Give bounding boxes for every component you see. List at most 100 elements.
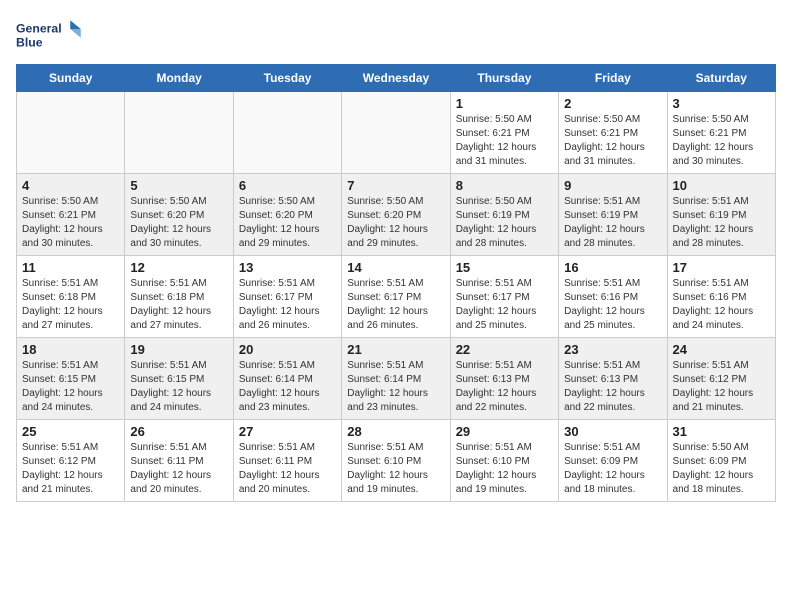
day-info: Sunrise: 5:50 AM Sunset: 6:20 PM Dayligh… — [130, 195, 227, 251]
calendar-cell: 31 Sunrise: 5:50 AM Sunset: 6:09 PM Dayli… — [667, 420, 775, 502]
day-info: Sunrise: 5:50 AM Sunset: 6:19 PM Dayligh… — [456, 195, 553, 251]
day-info: Sunrise: 5:51 AM Sunset: 6:12 PM Dayligh… — [673, 359, 770, 415]
calendar-cell — [125, 92, 233, 174]
calendar-cell: 26 Sunrise: 5:51 AM Sunset: 6:11 PM Dayli… — [125, 420, 233, 502]
day-number: 18 — [22, 342, 119, 357]
day-number: 25 — [22, 424, 119, 439]
day-header-friday: Friday — [559, 65, 667, 92]
day-number: 15 — [456, 260, 553, 275]
calendar-cell: 5 Sunrise: 5:50 AM Sunset: 6:20 PM Daylig… — [125, 174, 233, 256]
calendar-cell: 6Sunrise: 5:50 AM Sunset: 6:20 PM Daylig… — [233, 174, 341, 256]
day-info: Sunrise: 5:51 AM Sunset: 6:11 PM Dayligh… — [239, 441, 336, 497]
day-number: 21 — [347, 342, 444, 357]
calendar-cell — [342, 92, 450, 174]
day-header-tuesday: Tuesday — [233, 65, 341, 92]
day-info: Sunrise: 5:51 AM Sunset: 6:17 PM Dayligh… — [456, 277, 553, 333]
day-info: Sunrise: 5:51 AM Sunset: 6:09 PM Dayligh… — [564, 441, 661, 497]
day-number: 26 — [130, 424, 227, 439]
day-number: 20 — [239, 342, 336, 357]
calendar-cell: 17 Sunrise: 5:51 AM Sunset: 6:16 PM Dayli… — [667, 256, 775, 338]
day-info: Sunrise: 5:51 AM Sunset: 6:19 PM Dayligh… — [564, 195, 661, 251]
day-info: Sunrise: 5:51 AM Sunset: 6:17 PM Dayligh… — [347, 277, 444, 333]
calendar-cell: 23 Sunrise: 5:51 AM Sunset: 6:13 PM Dayli… — [559, 338, 667, 420]
day-number: 9 — [564, 178, 661, 193]
day-number: 1 — [456, 96, 553, 111]
calendar-cell: 21 Sunrise: 5:51 AM Sunset: 6:14 PM Dayli… — [342, 338, 450, 420]
calendar-cell: 29Sunrise: 5:51 AM Sunset: 6:10 PM Dayli… — [450, 420, 558, 502]
calendar-cell: 11 Sunrise: 5:51 AM Sunset: 6:18 PM Dayli… — [17, 256, 125, 338]
day-info: Sunrise: 5:50 AM Sunset: 6:20 PM Dayligh… — [347, 195, 444, 251]
day-info: Sunrise: 5:51 AM Sunset: 6:12 PM Dayligh… — [22, 441, 119, 497]
day-number: 8 — [456, 178, 553, 193]
day-number: 30 — [564, 424, 661, 439]
day-number: 23 — [564, 342, 661, 357]
calendar-cell: 18 Sunrise: 5:51 AM Sunset: 6:15 PM Dayli… — [17, 338, 125, 420]
calendar-cell: 30 Sunrise: 5:51 AM Sunset: 6:09 PM Dayli… — [559, 420, 667, 502]
day-info: Sunrise: 5:50 AM Sunset: 6:21 PM Dayligh… — [456, 113, 553, 169]
day-info: Sunrise: 5:50 AM Sunset: 6:20 PM Dayligh… — [239, 195, 336, 251]
calendar-cell: 8 Sunrise: 5:50 AM Sunset: 6:19 PM Daylig… — [450, 174, 558, 256]
svg-text:Blue: Blue — [16, 36, 43, 50]
day-number: 14 — [347, 260, 444, 275]
day-info: Sunrise: 5:51 AM Sunset: 6:11 PM Dayligh… — [130, 441, 227, 497]
day-number: 13 — [239, 260, 336, 275]
day-number: 16 — [564, 260, 661, 275]
calendar-cell — [17, 92, 125, 174]
day-info: Sunrise: 5:50 AM Sunset: 6:09 PM Dayligh… — [673, 441, 770, 497]
day-number: 11 — [22, 260, 119, 275]
calendar-cell: 25 Sunrise: 5:51 AM Sunset: 6:12 PM Dayli… — [17, 420, 125, 502]
day-info: Sunrise: 5:51 AM Sunset: 6:18 PM Dayligh… — [22, 277, 119, 333]
day-header-monday: Monday — [125, 65, 233, 92]
calendar-cell: 2 Sunrise: 5:50 AM Sunset: 6:21 PM Daylig… — [559, 92, 667, 174]
day-number: 22 — [456, 342, 553, 357]
day-info: Sunrise: 5:51 AM Sunset: 6:17 PM Dayligh… — [239, 277, 336, 333]
day-info: Sunrise: 5:51 AM Sunset: 6:15 PM Dayligh… — [22, 359, 119, 415]
day-number: 29 — [456, 424, 553, 439]
calendar-cell: 19 Sunrise: 5:51 AM Sunset: 6:15 PM Dayli… — [125, 338, 233, 420]
calendar-table: SundayMondayTuesdayWednesdayThursdayFrid… — [16, 64, 776, 502]
day-number: 28 — [347, 424, 444, 439]
calendar-cell: 10 Sunrise: 5:51 AM Sunset: 6:19 PM Dayli… — [667, 174, 775, 256]
calendar-cell — [233, 92, 341, 174]
calendar-cell: 1 Sunrise: 5:50 AM Sunset: 6:21 PM Daylig… — [450, 92, 558, 174]
day-number: 17 — [673, 260, 770, 275]
day-info: Sunrise: 5:51 AM Sunset: 6:13 PM Dayligh… — [456, 359, 553, 415]
day-info: Sunrise: 5:51 AM Sunset: 6:16 PM Dayligh… — [564, 277, 661, 333]
logo: General Blue — [16, 16, 86, 56]
calendar-cell: 20 Sunrise: 5:51 AM Sunset: 6:14 PM Dayli… — [233, 338, 341, 420]
calendar-cell: 28 Sunrise: 5:51 AM Sunset: 6:10 PM Dayli… — [342, 420, 450, 502]
day-info: Sunrise: 5:50 AM Sunset: 6:21 PM Dayligh… — [673, 113, 770, 169]
day-info: Sunrise: 5:51 AM Sunset: 6:10 PM Dayligh… — [347, 441, 444, 497]
day-number: 5 — [130, 178, 227, 193]
calendar-cell: 9 Sunrise: 5:51 AM Sunset: 6:19 PM Daylig… — [559, 174, 667, 256]
calendar-cell: 14 Sunrise: 5:51 AM Sunset: 6:17 PM Dayli… — [342, 256, 450, 338]
day-info: Sunrise: 5:51 AM Sunset: 6:18 PM Dayligh… — [130, 277, 227, 333]
day-info: Sunrise: 5:51 AM Sunset: 6:16 PM Dayligh… — [673, 277, 770, 333]
day-number: 2 — [564, 96, 661, 111]
day-header-sunday: Sunday — [17, 65, 125, 92]
day-header-wednesday: Wednesday — [342, 65, 450, 92]
day-number: 7 — [347, 178, 444, 193]
day-number: 3 — [673, 96, 770, 111]
day-info: Sunrise: 5:51 AM Sunset: 6:14 PM Dayligh… — [347, 359, 444, 415]
calendar-cell: 3 Sunrise: 5:50 AM Sunset: 6:21 PM Daylig… — [667, 92, 775, 174]
calendar-cell: 16 Sunrise: 5:51 AM Sunset: 6:16 PM Dayli… — [559, 256, 667, 338]
day-number: 19 — [130, 342, 227, 357]
day-number: 31 — [673, 424, 770, 439]
calendar-cell: 15 Sunrise: 5:51 AM Sunset: 6:17 PM Dayli… — [450, 256, 558, 338]
day-info: Sunrise: 5:51 AM Sunset: 6:15 PM Dayligh… — [130, 359, 227, 415]
day-info: Sunrise: 5:51 AM Sunset: 6:14 PM Dayligh… — [239, 359, 336, 415]
calendar-cell: 24Sunrise: 5:51 AM Sunset: 6:12 PM Dayli… — [667, 338, 775, 420]
calendar-cell: 27 Sunrise: 5:51 AM Sunset: 6:11 PM Dayli… — [233, 420, 341, 502]
day-header-saturday: Saturday — [667, 65, 775, 92]
calendar-cell: 4Sunrise: 5:50 AM Sunset: 6:21 PM Daylig… — [17, 174, 125, 256]
day-header-thursday: Thursday — [450, 65, 558, 92]
day-info: Sunrise: 5:50 AM Sunset: 6:21 PM Dayligh… — [22, 195, 119, 251]
day-number: 27 — [239, 424, 336, 439]
day-info: Sunrise: 5:51 AM Sunset: 6:13 PM Dayligh… — [564, 359, 661, 415]
svg-text:General: General — [16, 22, 62, 36]
day-number: 10 — [673, 178, 770, 193]
day-info: Sunrise: 5:50 AM Sunset: 6:21 PM Dayligh… — [564, 113, 661, 169]
calendar-cell: 7 Sunrise: 5:50 AM Sunset: 6:20 PM Daylig… — [342, 174, 450, 256]
day-info: Sunrise: 5:51 AM Sunset: 6:19 PM Dayligh… — [673, 195, 770, 251]
